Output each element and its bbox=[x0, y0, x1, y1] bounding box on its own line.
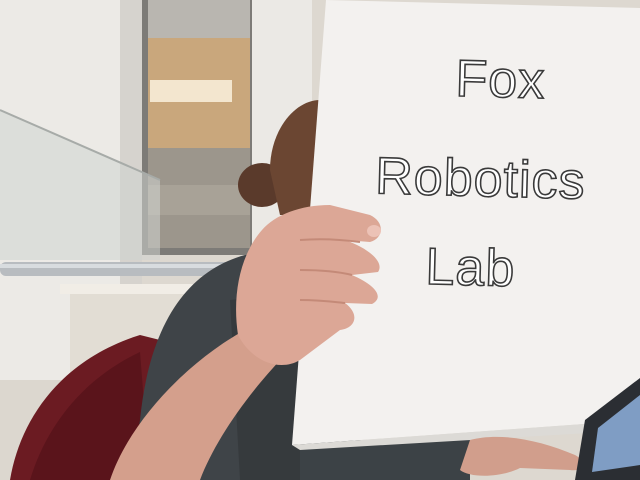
photo-scene: Fox Robotics Lab bbox=[0, 0, 640, 480]
sign-line-2: Robotics bbox=[375, 147, 587, 210]
hallway-top bbox=[148, 0, 250, 38]
sign-line-3: Lab bbox=[425, 238, 516, 298]
hallway-railing bbox=[148, 185, 250, 215]
counter-top bbox=[60, 284, 200, 294]
ceiling-light bbox=[150, 80, 232, 102]
handrail-highlight bbox=[0, 264, 240, 268]
fingernail bbox=[367, 225, 381, 237]
sign-line-1: Fox bbox=[455, 50, 546, 110]
